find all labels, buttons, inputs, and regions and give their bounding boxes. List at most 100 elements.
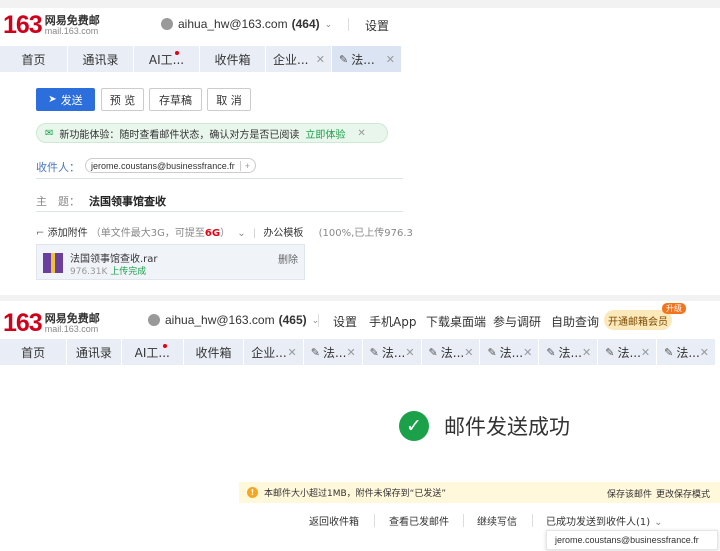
send-button[interactable]: ➤ 发送 [36,88,95,111]
tab-label: 法... [351,52,375,67]
pen-icon: ✎ [339,52,349,66]
save-draft-button[interactable]: 存草稿 [149,88,202,111]
tab-ai[interactable]: AI工... [134,46,200,72]
tab-contacts[interactable]: 通讯录 [67,339,122,365]
logo-number: 163 [3,11,43,39]
close-icon[interactable]: ✕ [316,53,331,66]
tab-compose[interactable]: ✎ 法... ✕ [657,339,716,365]
subject-label: 主 题： [36,195,80,208]
send-label: 发送 [60,93,83,107]
vip-button[interactable]: 开通邮箱会员 [604,310,672,330]
file-size-status: 976.31K 上传完成 [70,264,146,277]
back-to-inbox-link[interactable]: 返回收件箱 [309,513,359,528]
upgrade-badge: 升级 [662,303,686,314]
tab-label: 收件箱 [195,345,232,360]
cancel-button[interactable]: 取 消 [207,88,251,111]
avatar-icon [161,18,173,30]
close-icon[interactable]: ✕ [523,346,538,359]
tab-home[interactable]: 首页 [0,46,68,72]
close-icon[interactable]: ✕ [641,346,656,359]
tab-label: 首页 [21,52,46,67]
tab-label: 通讯录 [82,52,119,67]
mail-logo[interactable]: 163 网易免费邮 mail.163.com [3,309,100,338]
tab-compose[interactable]: ✎ 法... ✕ [480,339,540,365]
tab-inbox[interactable]: 收件箱 [200,46,266,72]
notification-dot [175,51,179,55]
close-icon[interactable]: ✕ [700,346,715,359]
subject-value[interactable]: 法国领事馆查收 [89,193,166,209]
tab-label: 法... [440,345,465,360]
view-sent-link[interactable]: 查看已发邮件 [389,513,449,528]
attachment-limit: （单文件最大3G，可提至 [90,228,205,239]
survey-link[interactable]: 参与调研 [493,313,541,330]
paperclip-icon: ⌐ [36,228,45,239]
settings-link[interactable]: 设置 [333,313,357,330]
recipient-list: jerome.coustans@businessfrance.fr [546,530,718,550]
file-size: 976.31K [70,267,108,277]
banner-text: 新功能体验：随时查看邮件状态，确认对方是否已阅读 [59,129,300,141]
divider [348,18,349,31]
unread-count: (465) [278,313,307,327]
close-icon[interactable]: ✕ [386,53,401,66]
divider [36,178,403,179]
success-message: ✓ 邮件发送成功 [399,411,570,441]
tab-enterprise[interactable]: 企业... ✕ [266,46,332,72]
tab-contacts[interactable]: 通讯录 [68,46,134,72]
divider [532,514,533,527]
tab-compose[interactable]: ✎ 法... ✕ [539,339,599,365]
try-now-link[interactable]: 立即体验 [305,126,345,141]
continue-writing-link[interactable]: 继续写信 [477,513,517,528]
tab-compose[interactable]: ✎ 法... ✕ [363,339,422,365]
tab-compose[interactable]: ✎ 法... ✕ [598,339,658,365]
chevron-down-icon: ⌄ [654,517,663,528]
recipients-label: 收件人： [36,161,80,174]
mail-logo[interactable]: 163 网易免费邮 mail.163.com [3,11,100,40]
pen-icon: ✎ [369,345,379,359]
settings-link[interactable]: 设置 [365,17,389,34]
sent-recipient-email: jerome.coustans@businessfrance.fr [555,535,699,545]
close-icon[interactable]: ✕ [405,346,420,359]
tab-label: 法... [381,345,406,360]
tab-compose[interactable]: ✎ 法... ✕ [304,339,363,365]
account-email: aihua_hw@163.com [178,17,288,31]
tab-compose[interactable]: ✎ 法... ✕ [422,339,481,365]
self-service-link[interactable]: 自助查询 [551,313,599,330]
chevron-down-icon[interactable]: ⌄ [237,228,245,239]
tab-home[interactable]: 首页 [0,339,68,365]
logo-number: 163 [3,309,43,337]
tab-compose[interactable]: ✎ 法... ✕ [332,46,402,72]
change-save-mode-link[interactable]: 更改保存模式 [656,487,710,500]
tab-inbox[interactable]: 收件箱 [184,339,245,365]
preview-button[interactable]: 预 览 [101,88,144,111]
add-icon[interactable]: + [239,160,250,171]
save-mail-link[interactable]: 保存该邮件 [607,487,652,500]
mobile-app-link[interactable]: 手机App [369,313,416,330]
screenshot: 163 网易免费邮 mail.163.com aihua_hw@163.com … [0,0,720,551]
pen-icon: ✎ [310,345,320,359]
add-attachment-link[interactable]: 添加附件 [48,228,88,239]
close-icon[interactable]: ✕ [357,128,365,139]
pen-icon: ✎ [664,345,674,359]
tab-label: 法... [499,345,524,360]
top-strip [0,0,720,8]
account-menu[interactable]: aihua_hw@163.com (465) ⌄ [148,313,319,327]
desktop-download-link[interactable]: 下载桌面端 [426,313,486,330]
close-icon[interactable]: ✕ [346,346,361,359]
tab-label: 法... [617,345,641,360]
pen-icon: ✎ [546,345,556,359]
tab-ai[interactable]: AI工... [122,339,184,365]
tab-enterprise[interactable]: 企业... ✕ [244,339,304,365]
upgrade-size[interactable]: 6G [205,228,220,239]
close-icon[interactable]: ✕ [288,346,303,359]
account-menu[interactable]: aihua_hw@163.com (464) ⌄ [161,17,332,31]
recipient-chip[interactable]: jerome.coustans@businessfrance.fr + [85,158,256,173]
recipient-email: jerome.coustans@businessfrance.fr [91,160,235,171]
close-icon[interactable]: ✕ [582,346,597,359]
success-text: 邮件发送成功 [444,415,570,439]
close-icon[interactable]: ✕ [464,346,479,359]
delete-attachment-link[interactable]: 删除 [278,251,298,266]
sent-recipients-dropdown[interactable]: 已成功发送到收件人(1) ⌄ [546,513,663,528]
templates-link[interactable]: 办公模板 [263,228,303,239]
divider [374,514,375,527]
attachment-limit-end: ） [220,228,231,239]
